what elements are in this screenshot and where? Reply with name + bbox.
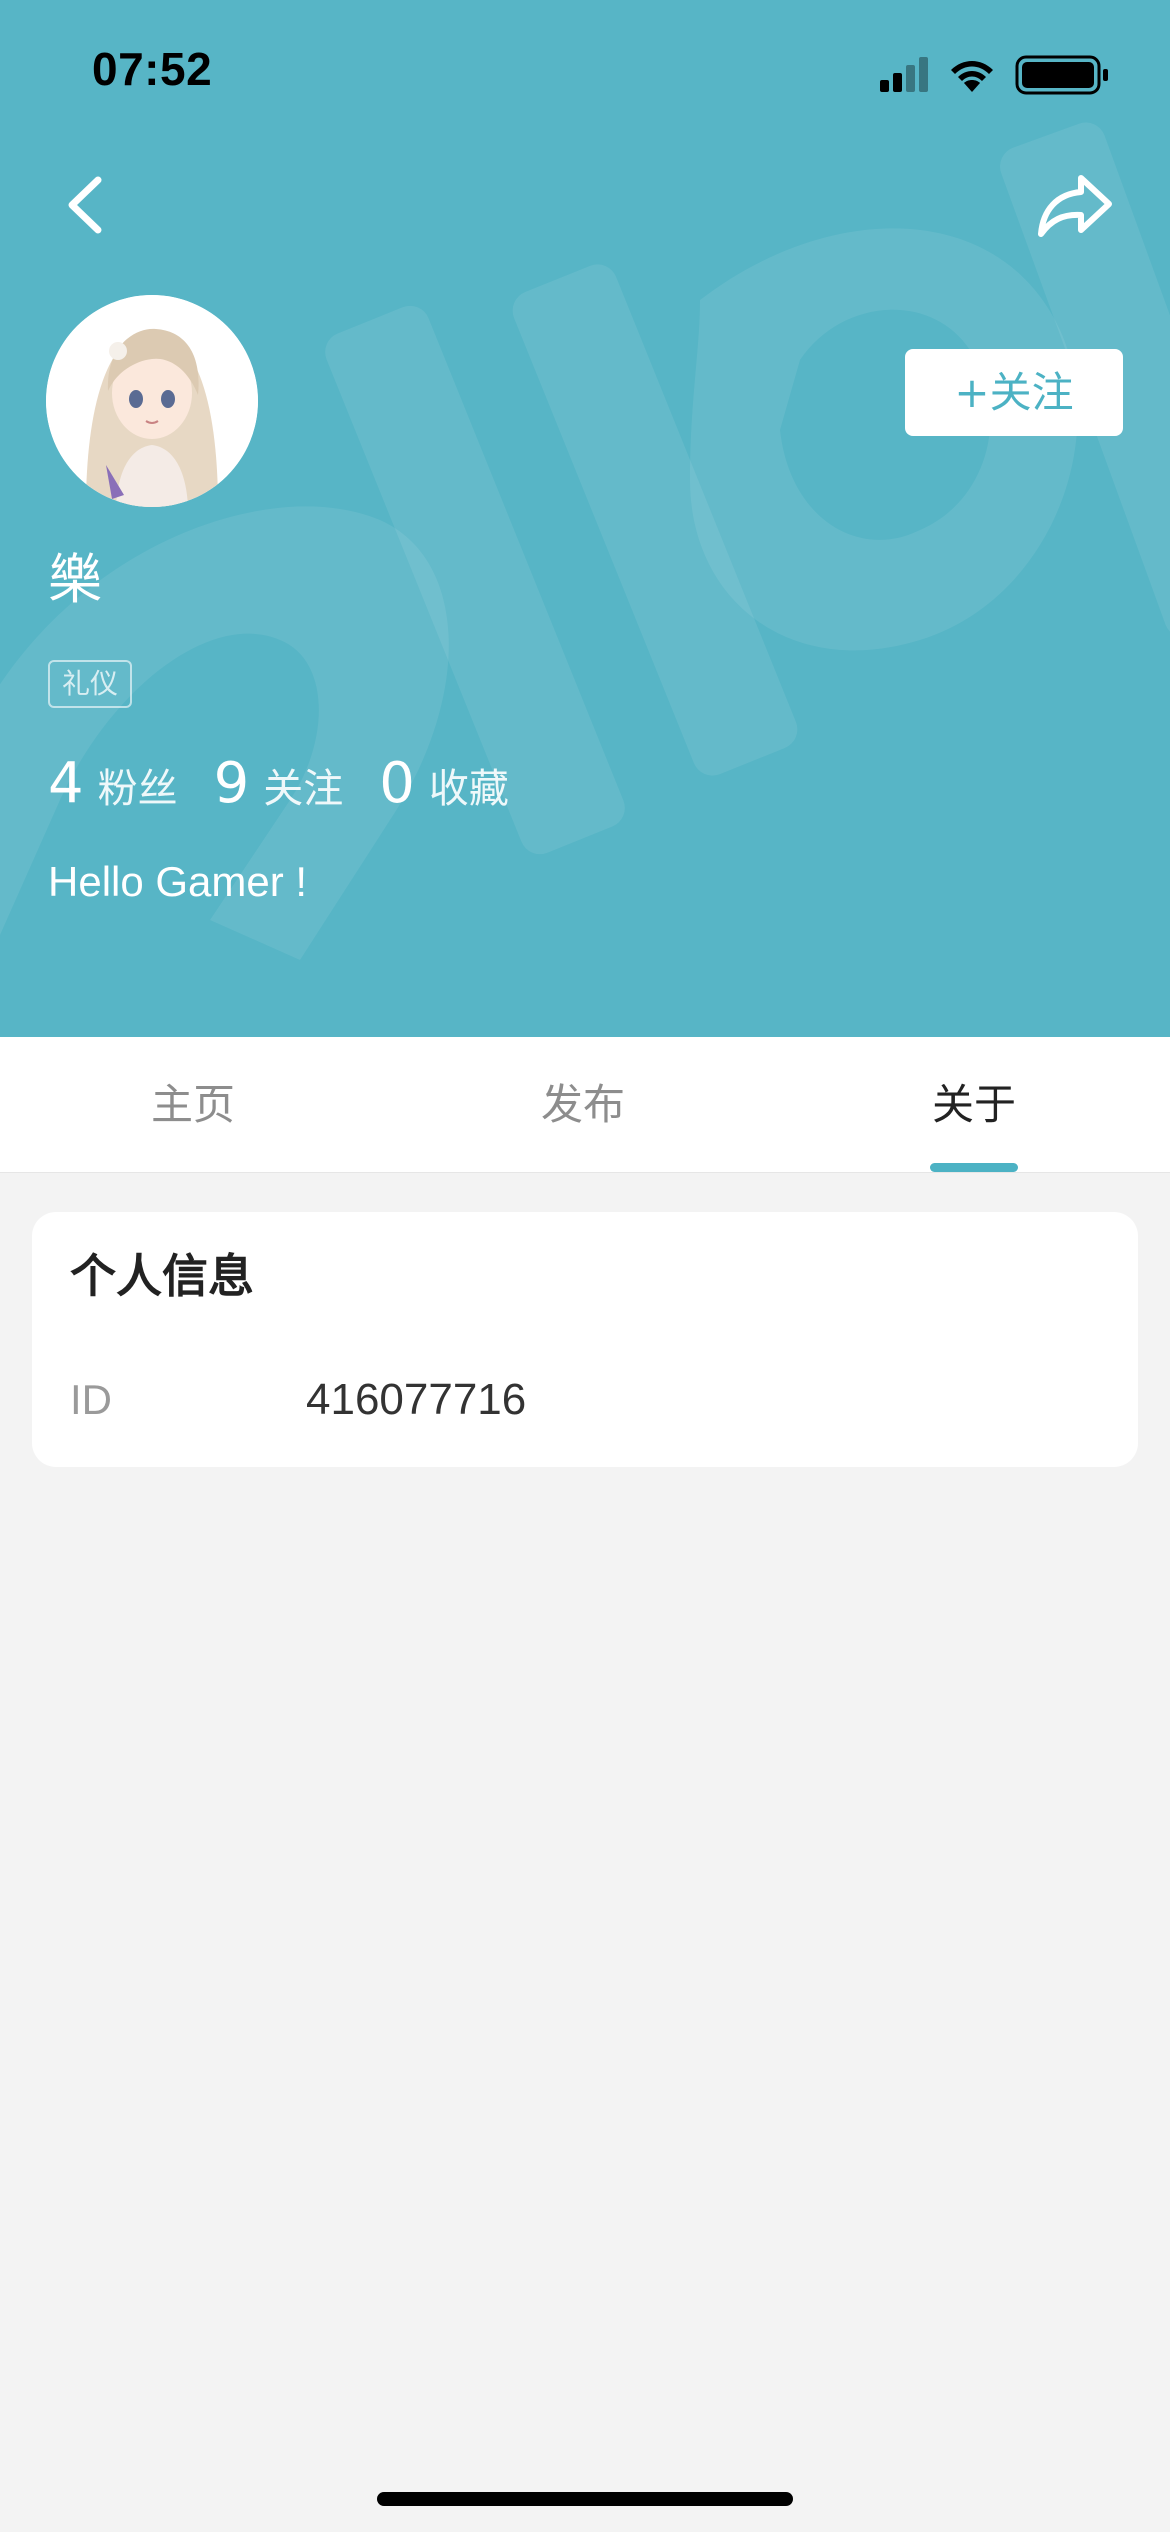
stat-following[interactable]: 9 关注 — [214, 752, 344, 816]
cellular-signal-icon — [880, 57, 928, 92]
tab-home[interactable]: 主页 — [63, 1037, 323, 1172]
stat-label: 关注 — [263, 766, 344, 812]
stat-count: 9 — [213, 751, 250, 816]
battery-icon — [1015, 55, 1108, 95]
profile-header: 07:52 +关注 樂 礼仪 4 粉丝 9 关注 0 收藏 Hello Game… — [0, 0, 1170, 1037]
stat-count: 0 — [379, 751, 415, 816]
card-title: 个人信息 — [70, 1249, 254, 1303]
avatar-anime-girl-image — [46, 295, 258, 507]
personal-info-card: 个人信息 ID 416077716 — [32, 1212, 1138, 1467]
home-indicator — [377, 2492, 793, 2506]
stat-favorites[interactable]: 0 收藏 — [379, 752, 509, 816]
tab-about[interactable]: 关于 — [844, 1037, 1104, 1172]
chevron-left-icon[interactable] — [58, 170, 118, 240]
id-value: 416077716 — [306, 1375, 527, 1424]
stat-count: 4 — [48, 751, 84, 816]
stat-label: 收藏 — [428, 766, 509, 812]
username: 樂 — [48, 548, 102, 611]
wifi-icon — [951, 61, 993, 92]
follow-button[interactable]: +关注 — [905, 349, 1123, 436]
tab-posts[interactable]: 发布 — [453, 1037, 713, 1172]
user-tag-badge: 礼仪 — [48, 660, 133, 708]
status-time: 07:52 — [92, 43, 213, 95]
share-arrow-icon[interactable] — [1035, 170, 1115, 240]
avatar[interactable] — [46, 295, 258, 507]
profile-tabs: 主页 发布 关于 — [0, 1037, 1170, 1173]
stat-label: 粉丝 — [97, 766, 178, 812]
id-label: ID — [70, 1376, 112, 1423]
status-bar-icons — [880, 55, 1108, 95]
user-bio: Hello Gamer ! — [48, 858, 308, 905]
active-tab-indicator — [930, 1163, 1018, 1172]
profile-stats: 4 粉丝 9 关注 0 收藏 — [48, 752, 545, 816]
stat-followers[interactable]: 4 粉丝 — [48, 752, 178, 816]
